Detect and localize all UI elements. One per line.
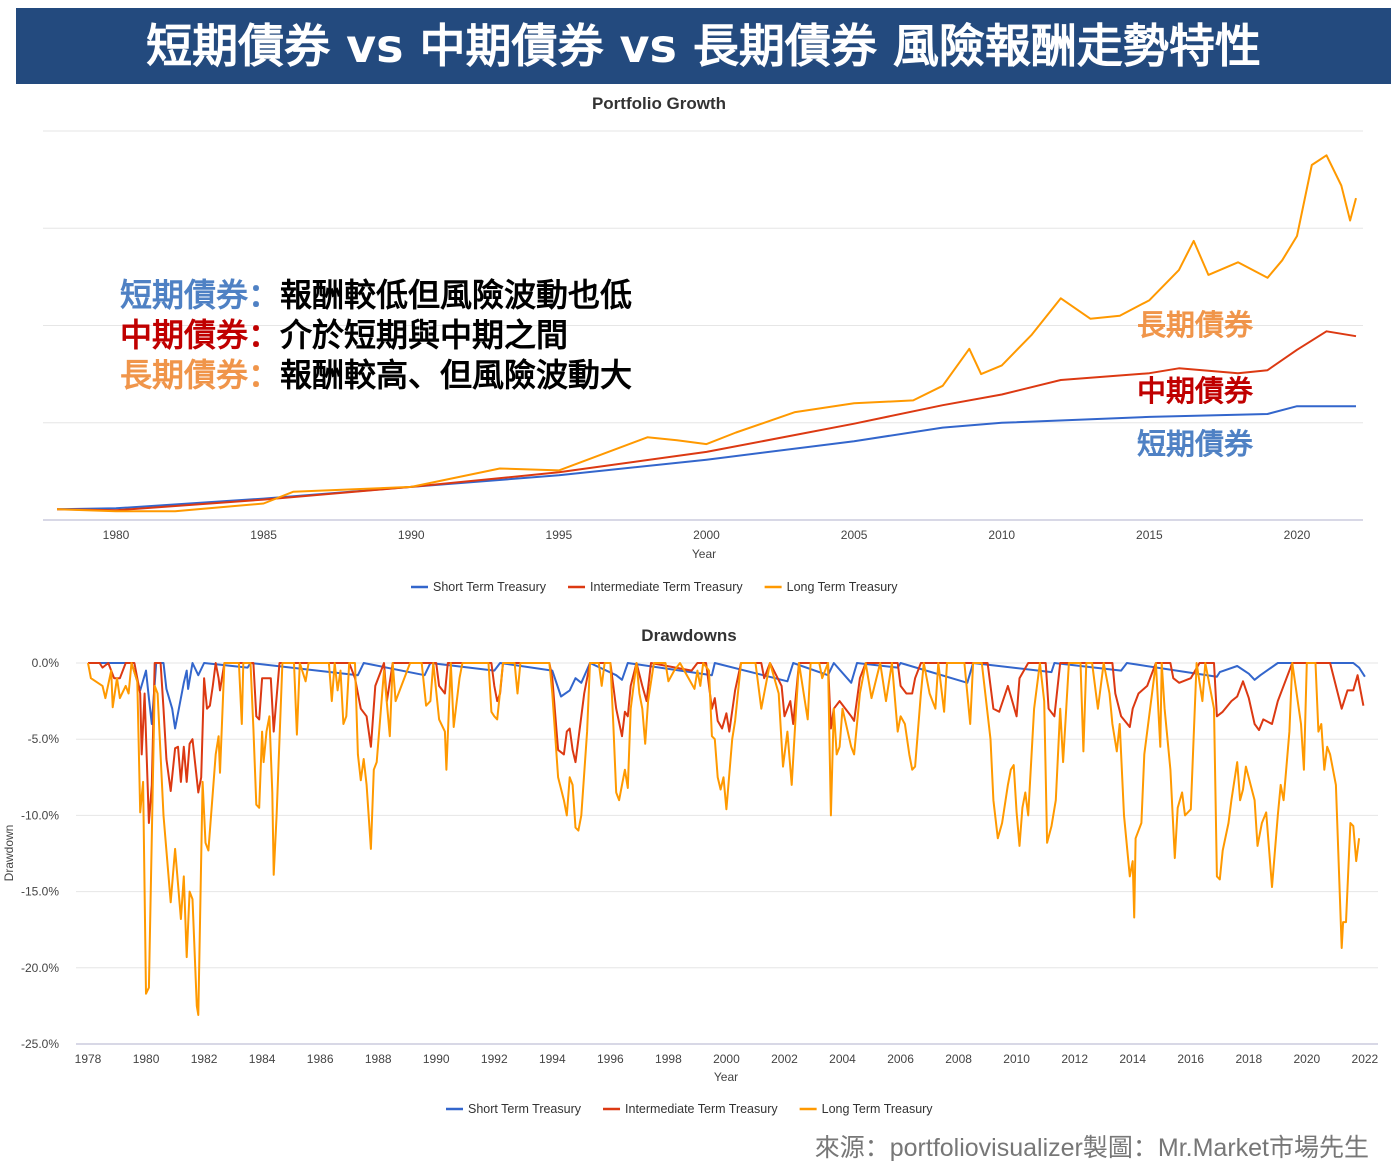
legend-label: Long Term Treasury — [787, 580, 899, 594]
growth-x-ticks: 1980 1985 1990 1995 2000 2005 2010 2015 2020 — [103, 528, 1311, 542]
x-tick-label: 1980 — [133, 1052, 160, 1066]
drawdowns-chart: Drawdowns 0.0% -5.0% -10.0% -15.0% -20.0% -25… — [2, 626, 1379, 1116]
x-tick-label: 2014 — [1119, 1052, 1146, 1066]
x-tick-label: 2000 — [693, 528, 720, 542]
x-tick-label: 2015 — [1136, 528, 1163, 542]
x-tick-label: 1984 — [249, 1052, 276, 1066]
y-tick-label: -5.0% — [28, 732, 60, 746]
x-tick-label: 1995 — [546, 528, 573, 542]
tag-intermediate: 中期債券 — [1137, 374, 1254, 408]
annotation-long: 長期債券：報酬較高、但風險波動大 — [120, 355, 632, 395]
x-tick-label: 1978 — [75, 1052, 102, 1066]
drawdowns-chart-title: Drawdowns — [641, 626, 736, 645]
x-tick-label: 1988 — [365, 1052, 392, 1066]
x-tick-label: 2020 — [1293, 1052, 1320, 1066]
legend-label: Intermediate Term Treasury — [590, 580, 743, 594]
x-tick-label: 1985 — [250, 528, 277, 542]
x-tick-label: 2010 — [988, 528, 1015, 542]
annotation-long-key: 長期債券： — [120, 356, 281, 394]
drawdown-x-ticks: 1978 1980 1982 1984 1986 1988 1990 1992 1994 1996… — [75, 1052, 1379, 1066]
charts-canvas: Portfolio Growth 1980 1985 1990 1995 2000 200… — [2, 94, 1379, 1116]
annotation-short-key: 短期債券： — [120, 276, 281, 314]
x-tick-label: 2012 — [1061, 1052, 1088, 1066]
annotation-intermediate-key: 中期債券： — [120, 316, 281, 354]
x-tick-label: 2010 — [1003, 1052, 1030, 1066]
drawdown-series — [87, 662, 1366, 1016]
legend-label: Short Term Treasury — [468, 1102, 582, 1116]
tag-long: 長期債券 — [1137, 308, 1254, 342]
x-tick-label: 1992 — [481, 1052, 508, 1066]
annotation-long-text: 報酬較高、但風險波動大 — [280, 356, 633, 394]
x-tick-label: 1990 — [398, 528, 425, 542]
drawdown-legend: Short Term Treasury Intermediate Term Tre… — [446, 1102, 933, 1116]
legend-label: Short Term Treasury — [433, 580, 547, 594]
drawdown-x-axis-label: Year — [714, 1070, 738, 1084]
x-tick-label: 1982 — [191, 1052, 218, 1066]
y-tick-label: -10.0% — [21, 808, 59, 822]
x-tick-label: 1994 — [539, 1052, 566, 1066]
x-tick-label: 2002 — [771, 1052, 798, 1066]
growth-chart-title: Portfolio Growth — [592, 94, 726, 113]
x-tick-label: 2004 — [829, 1052, 856, 1066]
x-tick-label: 2000 — [713, 1052, 740, 1066]
annotation-intermediate: 中期債券：介於短期與中期之間 — [120, 315, 568, 355]
x-tick-label: 1990 — [423, 1052, 450, 1066]
x-tick-label: 2020 — [1284, 528, 1311, 542]
annotation-short: 短期債券：報酬較低但風險波動也低 — [120, 275, 632, 315]
drawdown-y-ticks: 0.0% -5.0% -10.0% -15.0% -20.0% -25.0% — [21, 656, 59, 1051]
x-tick-label: 1996 — [597, 1052, 624, 1066]
series-line-long-term-treasury — [87, 662, 1361, 1016]
x-tick-label: 2008 — [945, 1052, 972, 1066]
drawdown-y-axis-label: Drawdown — [2, 825, 16, 882]
x-tick-label: 1986 — [307, 1052, 334, 1066]
legend-label: Long Term Treasury — [822, 1102, 934, 1116]
x-tick-label: 1980 — [103, 528, 130, 542]
y-tick-label: -25.0% — [21, 1037, 59, 1051]
y-tick-label: -20.0% — [21, 961, 59, 975]
growth-x-axis-label: Year — [692, 547, 716, 561]
x-tick-label: 2016 — [1177, 1052, 1204, 1066]
annotation-intermediate-text: 介於短期與中期之間 — [280, 316, 569, 354]
x-tick-label: 2022 — [1352, 1052, 1379, 1066]
legend-label: Intermediate Term Treasury — [625, 1102, 778, 1116]
annotation-short-text: 報酬較低但風險波動也低 — [280, 276, 633, 314]
x-tick-label: 1998 — [655, 1052, 682, 1066]
tag-short: 短期債券 — [1137, 427, 1254, 461]
y-tick-label: 0.0% — [32, 656, 60, 670]
source-credit: 來源：portfoliovisualizer製圖：Mr.Market市場先生 — [814, 1134, 1369, 1162]
growth-legend: Short Term Treasury Intermediate Term Tre… — [411, 580, 898, 594]
y-tick-label: -15.0% — [21, 885, 59, 899]
x-tick-label: 2006 — [887, 1052, 914, 1066]
x-tick-label: 2005 — [841, 528, 868, 542]
x-tick-label: 2018 — [1235, 1052, 1262, 1066]
